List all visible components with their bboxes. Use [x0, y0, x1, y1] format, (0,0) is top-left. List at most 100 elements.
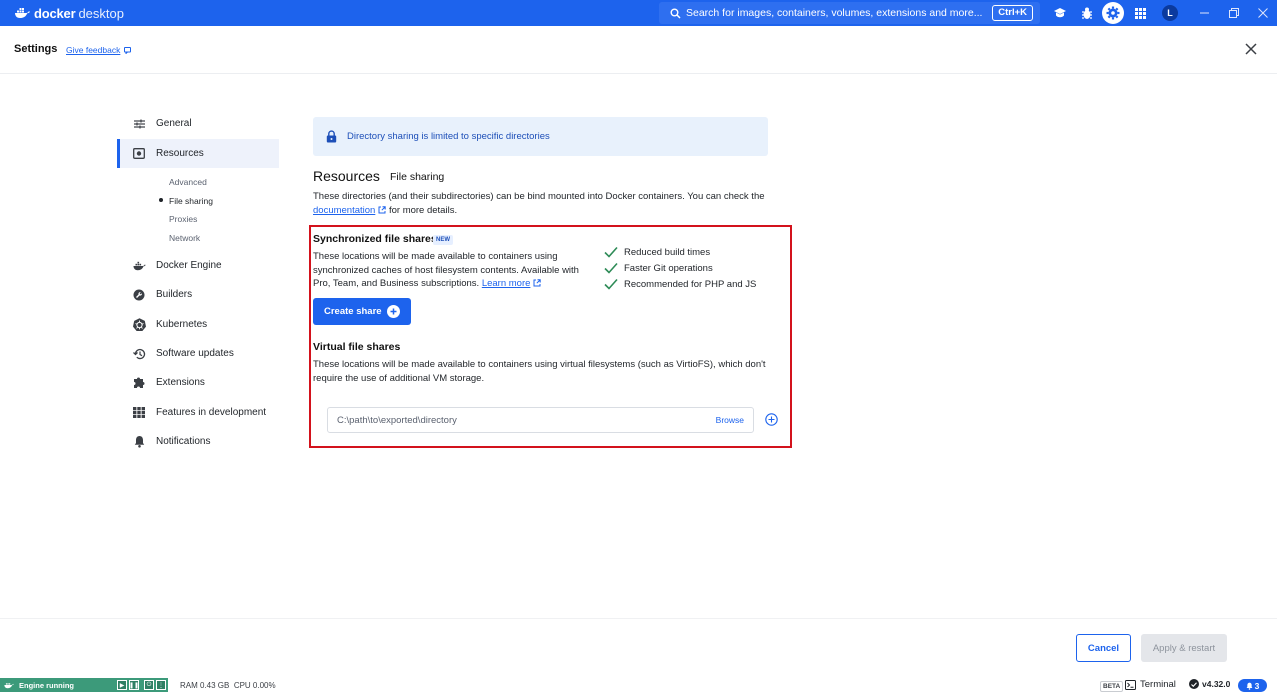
checkmark-icon [604, 262, 618, 274]
sidebar-item-resources[interactable]: Resources [117, 139, 279, 168]
synchronized-shares-description: These locations will be made available t… [313, 250, 593, 291]
power-icon[interactable]: ⏻ [144, 680, 154, 690]
benefit-item: Reduced build times [604, 246, 710, 258]
app-name-bold: docker [34, 5, 76, 21]
sliders-icon [131, 116, 147, 132]
sidebar-item-docker-engine[interactable]: Docker Engine [117, 251, 279, 280]
sidebar-item-kubernetes[interactable]: Kubernetes [117, 310, 279, 339]
notifications-count: 3 [1254, 680, 1260, 691]
notifications-button[interactable]: 3 [1238, 679, 1267, 692]
sidebar-subitem-proxies[interactable]: Proxies [169, 214, 197, 224]
search-placeholder: Search for images, containers, volumes, … [686, 7, 983, 19]
apply-restart-button[interactable]: Apply & restart [1141, 634, 1227, 662]
terminal-label: Terminal [1140, 679, 1176, 690]
whale-icon [131, 258, 147, 274]
engine-controls: ▶ ❚❚ ⏻ ⋮ [115, 678, 168, 692]
beta-badge: BETA [1100, 681, 1124, 692]
sidebar-item-label: Docker Engine [156, 260, 222, 271]
bug-icon[interactable] [1078, 4, 1096, 22]
benefit-label: Recommended for PHP and JS [624, 278, 757, 290]
new-badge: NEW [433, 235, 453, 245]
sidebar-item-extensions[interactable]: Extensions [117, 368, 279, 397]
more-options-icon[interactable]: ⋮ [156, 680, 166, 690]
cancel-button[interactable]: Cancel [1076, 634, 1131, 662]
directory-path-input[interactable]: C:\path\to\exported\directory Browse [327, 407, 754, 433]
kubernetes-icon [131, 317, 147, 333]
docker-whale-icon [15, 8, 30, 18]
resource-stats: RAM 0.43 GB CPU 0.00% [180, 681, 276, 690]
close-settings-icon[interactable] [1243, 41, 1259, 57]
active-subitem-bullet [159, 198, 163, 202]
sidebar-item-notifications[interactable]: Notifications [117, 427, 279, 456]
sidebar-item-software-updates[interactable]: Software updates [117, 339, 279, 368]
benefit-item: Faster Git operations [604, 262, 713, 274]
gear-icon [1106, 6, 1120, 20]
learning-center-icon[interactable] [1051, 4, 1069, 22]
checkmark-icon [604, 278, 618, 290]
terminal-icon [1125, 679, 1136, 690]
checkmark-icon [604, 246, 618, 258]
app-name-light: desktop [78, 5, 124, 21]
play-icon[interactable]: ▶ [117, 680, 127, 690]
sidebar-subitem-network[interactable]: Network [169, 233, 200, 243]
version-label: v4.32.0 [1202, 679, 1231, 689]
settings-gear-button[interactable] [1102, 2, 1124, 24]
resources-icon [131, 146, 147, 162]
sidebar-item-label: General [156, 118, 192, 129]
learn-more-link[interactable]: Learn more [482, 278, 531, 289]
ram-usage: RAM 0.43 GB [180, 681, 230, 690]
terminal-button[interactable]: Terminal [1125, 679, 1176, 690]
give-feedback-label: Give feedback [66, 45, 121, 55]
create-share-label: Create share [324, 306, 382, 317]
description-text-end: for more details. [388, 204, 458, 216]
grid-icon [131, 405, 147, 421]
lock-icon [326, 130, 337, 143]
banner-text: Directory sharing is limited to specific… [347, 131, 550, 142]
sidebar-item-label: Resources [156, 148, 204, 159]
page-title: Settings [14, 43, 58, 55]
puzzle-icon [131, 375, 147, 391]
give-feedback-link[interactable]: Give feedback [66, 45, 132, 55]
close-window-icon[interactable] [1256, 6, 1270, 20]
engine-status-label: Engine running [19, 680, 74, 690]
documentation-link[interactable]: documentation [313, 205, 375, 216]
cpu-usage: CPU 0.00% [233, 681, 276, 690]
external-link-icon [378, 205, 387, 213]
check-circle-icon [1189, 679, 1199, 689]
bell-icon [1246, 682, 1253, 690]
docker-desktop-logo: docker desktop [14, 6, 124, 21]
benefit-label: Faster Git operations [624, 262, 713, 274]
info-banner: Directory sharing is limited to specific… [313, 117, 768, 156]
restore-window-icon[interactable] [1227, 6, 1241, 20]
sidebar-item-label: Features in development [156, 407, 267, 418]
settings-header: Settings Give feedback [0, 26, 1277, 74]
section-subtitle: File sharing [390, 171, 445, 183]
sidebar-subitem-advanced[interactable]: Advanced [169, 177, 207, 187]
benefit-item: Recommended for PHP and JS [604, 278, 756, 290]
browse-button[interactable]: Browse [716, 415, 744, 425]
sidebar-item-general[interactable]: General [117, 109, 279, 138]
global-search[interactable]: Search for images, containers, volumes, … [659, 2, 1040, 24]
plus-icon [387, 305, 400, 318]
feedback-icon [124, 46, 132, 54]
user-avatar[interactable]: L [1162, 5, 1178, 21]
virtual-shares-description: These locations will be made available t… [313, 359, 766, 384]
pause-icon[interactable]: ❚❚ [129, 680, 139, 690]
sidebar-item-label: Software updates [156, 348, 234, 359]
title-bar: docker desktop Search for images, contai… [0, 0, 1277, 26]
sidebar-subitem-file-sharing[interactable]: File sharing [169, 196, 213, 206]
external-link-icon [533, 279, 542, 287]
version-indicator[interactable]: v4.32.0 [1189, 679, 1230, 689]
engine-status[interactable]: Engine running [0, 678, 115, 692]
add-path-icon[interactable] [765, 413, 778, 426]
apps-grid-icon[interactable] [1131, 4, 1149, 22]
create-share-button[interactable]: Create share [313, 298, 411, 325]
sidebar-item-features-in-development[interactable]: Features in development [117, 398, 279, 427]
path-placeholder: C:\path\to\exported\directory [337, 414, 457, 426]
search-shortcut-badge: Ctrl+K [992, 5, 1033, 21]
search-icon [670, 8, 681, 19]
sidebar-item-builders[interactable]: Builders [117, 280, 279, 309]
wrench-icon [131, 287, 147, 303]
minimize-window-icon[interactable] [1197, 6, 1211, 20]
sidebar-item-label: Extensions [156, 377, 205, 388]
